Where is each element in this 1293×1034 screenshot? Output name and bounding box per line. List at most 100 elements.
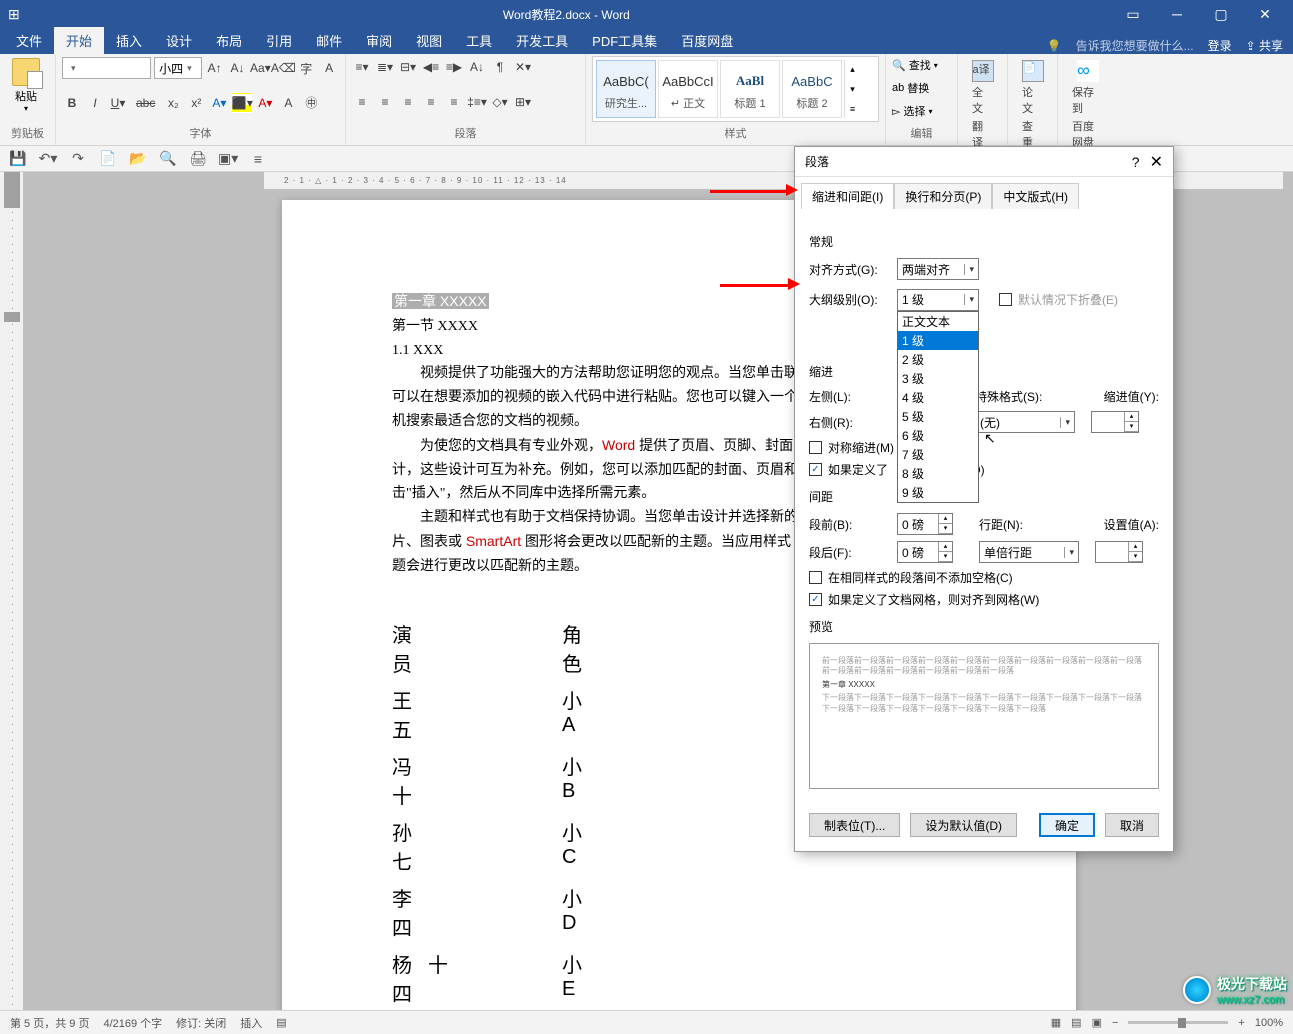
snap-grid-checkbox[interactable]: ✓: [809, 593, 822, 606]
find-button[interactable]: 查找: [909, 57, 931, 73]
shading-icon[interactable]: ◇▾: [490, 92, 510, 112]
numbering-icon[interactable]: ≣▾: [375, 57, 395, 77]
special-select[interactable]: (无)▾: [975, 411, 1075, 433]
tab-review[interactable]: 审阅: [354, 27, 404, 54]
underline-button[interactable]: U▾: [108, 93, 128, 113]
at-spinner[interactable]: ▴▾: [1095, 541, 1143, 563]
outline-opt-bodytext[interactable]: 正文文本: [898, 312, 978, 331]
vertical-ruler[interactable]: [0, 172, 24, 1010]
italic-button[interactable]: I: [85, 93, 105, 113]
replace-icon[interactable]: ab: [892, 82, 904, 94]
zoom-in-icon[interactable]: +: [1238, 1017, 1244, 1029]
outline-opt-2[interactable]: 2 级: [898, 350, 978, 369]
dialog-tab-indent[interactable]: 缩进和间距(I): [801, 183, 894, 209]
tab-layout[interactable]: 布局: [204, 27, 254, 54]
qat-customize-icon[interactable]: ≡: [248, 151, 268, 167]
outline-opt-6[interactable]: 6 级: [898, 426, 978, 445]
font-name-combo[interactable]: ▾: [62, 57, 151, 79]
tab-pdf-tools[interactable]: PDF工具集: [580, 27, 669, 54]
show-marks-icon[interactable]: ¶: [490, 57, 510, 77]
zoom-value[interactable]: 100%: [1255, 1017, 1283, 1029]
find-icon[interactable]: 🔍: [892, 59, 906, 72]
tab-insert[interactable]: 插入: [104, 27, 154, 54]
tell-me-input[interactable]: 告诉我您想要做什么...: [1076, 37, 1194, 54]
font-size-combo[interactable]: 小四▾: [154, 57, 202, 79]
preview-icon[interactable]: 🔍: [158, 150, 178, 167]
grow-font-icon[interactable]: A↑: [205, 58, 225, 78]
redo-icon[interactable]: ↷: [68, 150, 88, 167]
style-scroll-down-icon[interactable]: ▾: [845, 84, 860, 95]
shrink-font-icon[interactable]: A↓: [228, 58, 248, 78]
view-print-icon[interactable]: ▦: [1051, 1016, 1061, 1029]
by-spinner[interactable]: ▴▾: [1091, 411, 1139, 433]
bullets-icon[interactable]: ≡▾: [352, 57, 372, 77]
increase-indent-icon[interactable]: ≡▶: [444, 57, 464, 77]
translate-button[interactable]: a译 全文翻译: [964, 56, 1001, 154]
outline-opt-4[interactable]: 4 级: [898, 388, 978, 407]
style-item-3[interactable]: AaBbC标题 2: [782, 60, 842, 118]
tab-file[interactable]: 文件: [4, 27, 54, 54]
outline-dropdown[interactable]: 正文文本 1 级 2 级 3 级 4 级 5 级 6 级 7 级 8 级 9 级: [897, 311, 979, 503]
phonetic-icon[interactable]: 字: [296, 58, 316, 78]
change-case-icon[interactable]: Aa▾: [250, 58, 270, 78]
outline-opt-9[interactable]: 9 级: [898, 483, 978, 502]
thesis-check-button[interactable]: 📄 论文查重: [1014, 56, 1051, 154]
undo-icon[interactable]: ↶▾: [38, 150, 58, 167]
paste-button[interactable]: 粘贴: [6, 88, 46, 104]
outline-level-select[interactable]: 1 级▾ 正文文本 1 级 2 级 3 级 4 级 5 级 6 级 7 级 8 …: [897, 289, 979, 311]
tab-baidu[interactable]: 百度网盘: [669, 27, 745, 54]
insert-mode[interactable]: 插入: [240, 1015, 262, 1031]
collapse-checkbox[interactable]: [999, 293, 1012, 306]
subscript-button[interactable]: x₂: [163, 93, 183, 113]
sort-icon[interactable]: A↓: [467, 57, 487, 77]
after-spinner[interactable]: 0 磅▴▾: [897, 541, 953, 563]
outline-opt-3[interactable]: 3 级: [898, 369, 978, 388]
dialog-tab-asian[interactable]: 中文版式(H): [992, 183, 1079, 209]
select-icon[interactable]: ▻: [892, 105, 900, 118]
sym-indent-checkbox[interactable]: [809, 441, 822, 454]
outline-opt-7[interactable]: 7 级: [898, 445, 978, 464]
align-left-icon[interactable]: ≡: [352, 92, 372, 112]
paste-icon[interactable]: [12, 58, 40, 86]
view-web-icon[interactable]: ▣: [1092, 1016, 1102, 1029]
align-justify-icon[interactable]: ≡: [421, 92, 441, 112]
section-icon[interactable]: ▤: [276, 1016, 286, 1029]
object-icon[interactable]: ▣▾: [218, 150, 238, 167]
maximize-icon[interactable]: ▢: [1201, 4, 1241, 24]
tab-view[interactable]: 视图: [404, 27, 454, 54]
replace-button[interactable]: 替换: [907, 80, 929, 96]
char-border-icon[interactable]: A: [319, 58, 339, 78]
outline-opt-8[interactable]: 8 级: [898, 464, 978, 483]
style-item-1[interactable]: AaBbCcI↵ 正文: [658, 60, 718, 118]
decrease-indent-icon[interactable]: ◀≡: [421, 57, 441, 77]
ok-button[interactable]: 确定: [1039, 813, 1095, 837]
new-icon[interactable]: 📄: [98, 150, 118, 167]
heading-selected[interactable]: 第一章 XXXXX: [392, 293, 489, 309]
bold-button[interactable]: B: [62, 93, 82, 113]
set-default-button[interactable]: 设为默认值(D): [910, 813, 1017, 837]
style-item-0[interactable]: AaBbC(研究生...: [596, 60, 656, 118]
style-scroll-up-icon[interactable]: ▴: [845, 64, 860, 75]
line-spacing-icon[interactable]: ‡≡▾: [467, 92, 487, 112]
align-right-icon[interactable]: ≡: [398, 92, 418, 112]
minimize-icon[interactable]: ─: [1157, 4, 1197, 24]
alignment-select[interactable]: 两端对齐▾: [897, 258, 979, 280]
ribbon-options-icon[interactable]: ▭: [1113, 4, 1153, 24]
share-button[interactable]: ⇪ 共享: [1246, 37, 1283, 54]
dialog-tab-linebreak[interactable]: 换行和分页(P): [894, 183, 992, 209]
style-item-2[interactable]: AaBl标题 1: [720, 60, 780, 118]
open-icon[interactable]: 📂: [128, 150, 148, 167]
align-center-icon[interactable]: ≡: [375, 92, 395, 112]
highlight-icon[interactable]: ⬛▾: [232, 93, 252, 113]
adjust-right-checkbox[interactable]: ✓: [809, 463, 822, 476]
style-gallery[interactable]: AaBbC(研究生... AaBbCcI↵ 正文 AaBl标题 1 AaBbC标…: [592, 56, 879, 122]
font-color-icon[interactable]: A▾: [255, 93, 275, 113]
view-read-icon[interactable]: ▤: [1071, 1016, 1081, 1029]
linespace-select[interactable]: 单倍行距▾: [979, 541, 1079, 563]
dialog-close-icon[interactable]: ✕: [1150, 154, 1163, 171]
superscript-button[interactable]: x²: [186, 93, 206, 113]
save-cloud-button[interactable]: ∞ 保存到百度网盘: [1064, 56, 1112, 154]
tab-developer[interactable]: 开发工具: [504, 27, 580, 54]
login-button[interactable]: 登录: [1208, 37, 1232, 54]
tab-design[interactable]: 设计: [154, 27, 204, 54]
